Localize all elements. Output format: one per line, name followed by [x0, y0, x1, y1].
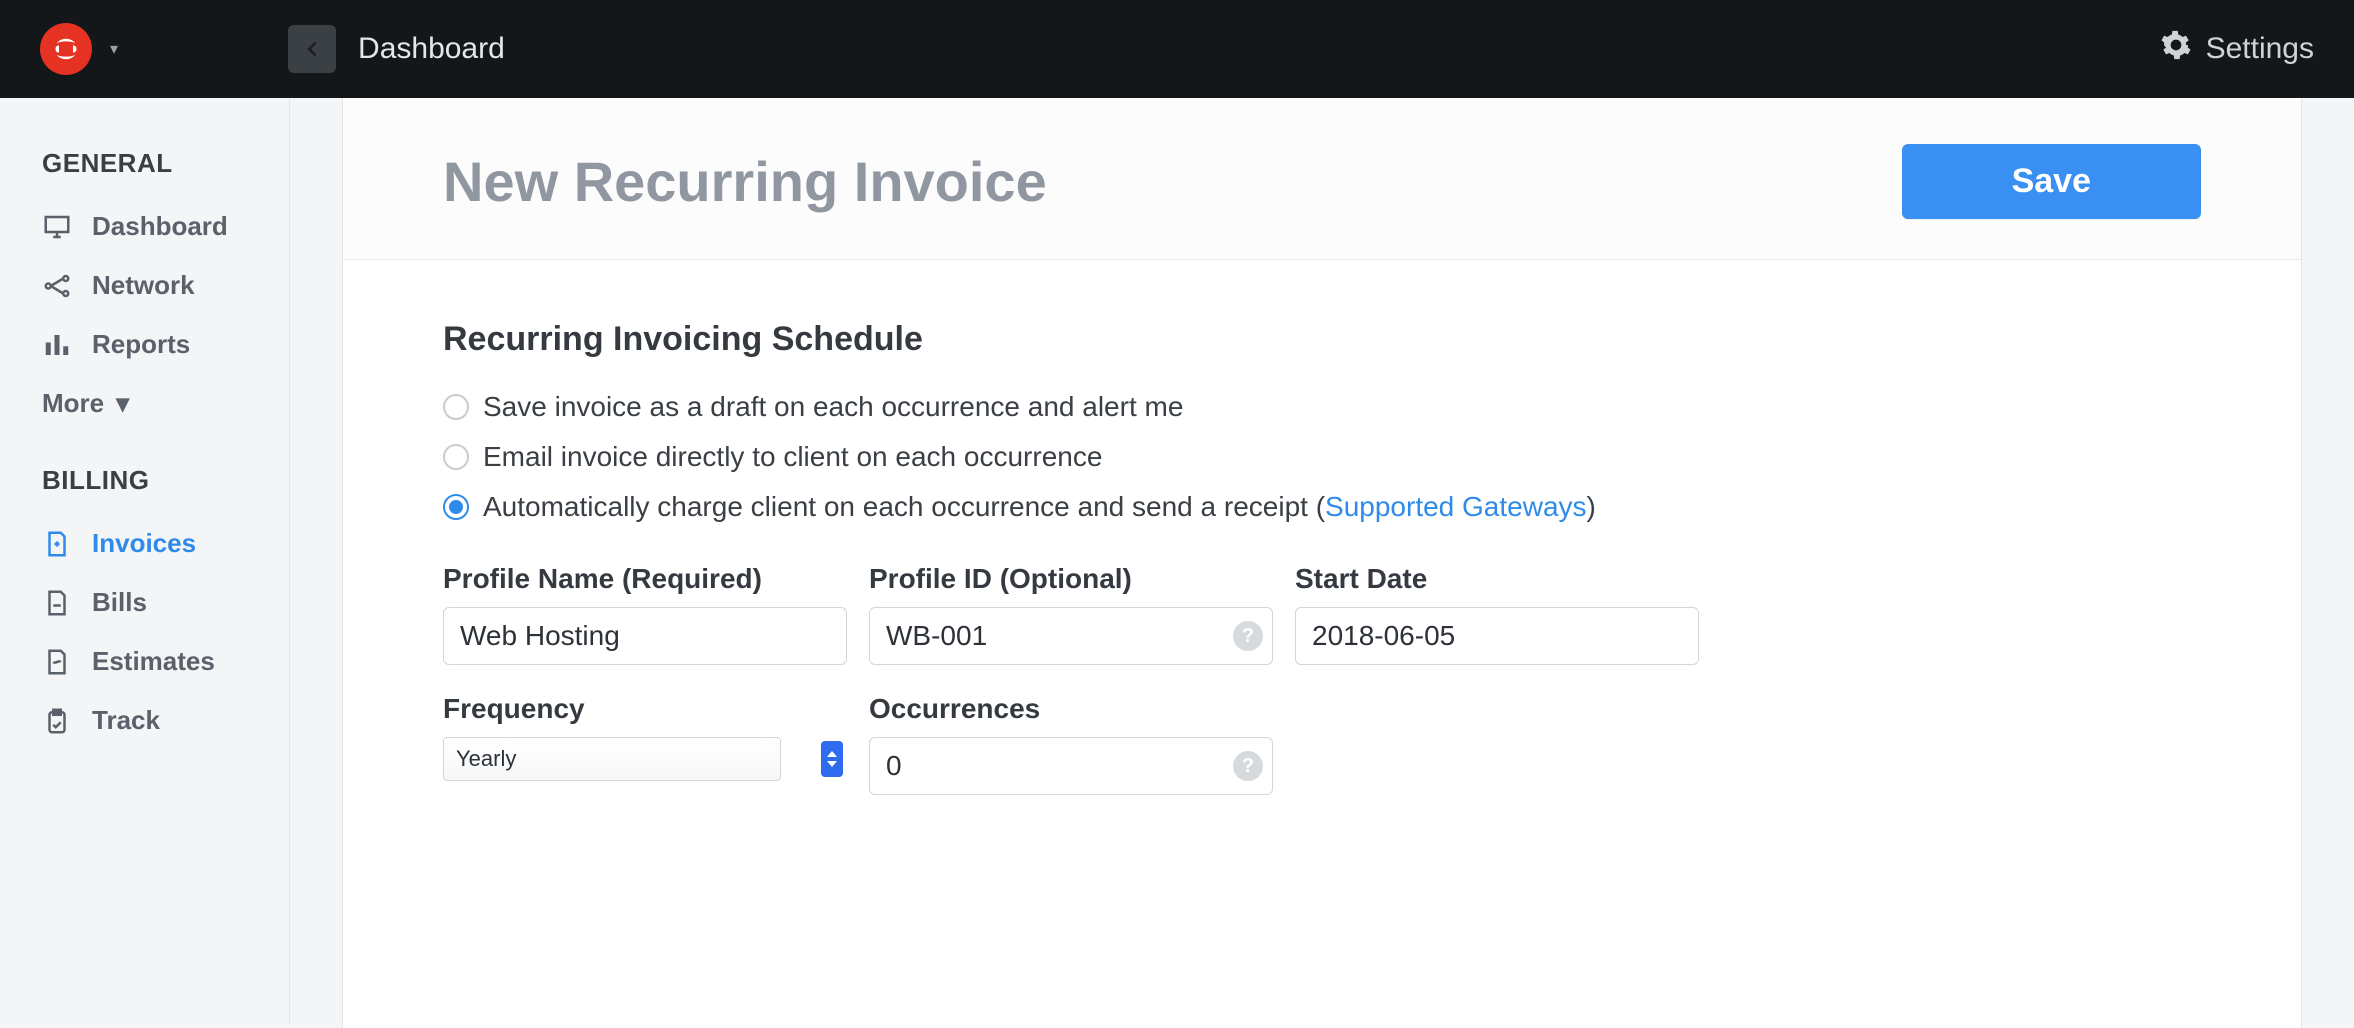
monitor-icon — [42, 212, 72, 242]
field-profile-id: Profile ID (Optional) ? — [869, 563, 1273, 665]
sidebar-item-dashboard[interactable]: Dashboard — [42, 197, 259, 256]
title-row: New Recurring Invoice Save — [343, 98, 2301, 260]
sidebar-item-network[interactable]: Network — [42, 256, 259, 315]
breadcrumb[interactable]: Dashboard — [358, 32, 505, 66]
field-profile-name: Profile Name (Required) — [443, 563, 847, 665]
brand-logo-icon — [52, 35, 80, 63]
input-profile-name[interactable] — [443, 607, 847, 665]
sidebar-section-general: GENERAL — [42, 148, 259, 179]
radio-label: Save invoice as a draft on each occurren… — [483, 391, 1183, 423]
radio-label-text: Automatically charge client on each occu… — [483, 491, 1316, 522]
radio-label: Automatically charge client on each occu… — [483, 491, 1596, 523]
section-heading: Recurring Invoicing Schedule — [443, 320, 2201, 359]
sidebar-item-bills[interactable]: Bills — [42, 573, 259, 632]
sidebar-section-billing: BILLING — [42, 465, 259, 496]
bar-chart-icon — [42, 330, 72, 360]
sidebar-item-reports[interactable]: Reports — [42, 315, 259, 374]
label-start-date: Start Date — [1295, 563, 1699, 595]
network-icon — [42, 271, 72, 301]
schedule-radio-group: Save invoice as a draft on each occurren… — [443, 391, 2201, 523]
sidebar-item-label: Estimates — [92, 646, 215, 677]
radio-email-client[interactable]: Email invoice directly to client on each… — [443, 441, 2201, 473]
back-button[interactable] — [288, 25, 336, 73]
help-icon[interactable]: ? — [1233, 621, 1263, 651]
chevron-down-icon: ▾ — [116, 388, 129, 419]
sidebar-item-label: Track — [92, 705, 160, 736]
settings-link[interactable]: Settings — [2160, 29, 2314, 69]
label-frequency: Frequency — [443, 693, 847, 725]
radio-dot — [443, 494, 469, 520]
help-icon[interactable]: ? — [1233, 751, 1263, 781]
sidebar-item-invoices[interactable]: Invoices — [42, 514, 259, 573]
chevron-left-icon — [301, 38, 323, 60]
sidebar-item-label: Network — [92, 270, 195, 301]
fields-row-2: Frequency Occurrences — [443, 693, 2201, 795]
radio-save-draft[interactable]: Save invoice as a draft on each occurren… — [443, 391, 2201, 423]
input-start-date[interactable] — [1295, 607, 1699, 665]
sidebar-item-label: Dashboard — [92, 211, 228, 242]
input-profile-id[interactable] — [869, 607, 1273, 665]
track-icon — [42, 706, 72, 736]
sidebar-item-label: Invoices — [92, 528, 196, 559]
save-button[interactable]: Save — [1902, 144, 2201, 219]
field-occurrences: Occurrences ? — [869, 693, 1273, 795]
sidebar-item-estimates[interactable]: Estimates — [42, 632, 259, 691]
radio-dot — [443, 394, 469, 420]
bills-icon — [42, 588, 72, 618]
supported-gateways-link[interactable]: Supported Gateways — [1325, 491, 1587, 522]
radio-dot — [443, 444, 469, 470]
radio-label: Email invoice directly to client on each… — [483, 441, 1102, 473]
sidebar-more-label: More — [42, 388, 104, 419]
sidebar-item-track[interactable]: Track — [42, 691, 259, 750]
sidebar-more[interactable]: More ▾ — [42, 374, 259, 425]
form-area: Recurring Invoicing Schedule Save invoic… — [343, 260, 2301, 795]
topbar: ▾ Dashboard Settings — [0, 0, 2354, 98]
invoice-icon — [42, 529, 72, 559]
content: New Recurring Invoice Save Recurring Inv… — [290, 98, 2354, 1024]
input-occurrences[interactable] — [869, 737, 1273, 795]
sidebar-item-label: Reports — [92, 329, 190, 360]
gear-icon — [2160, 29, 2192, 69]
sidebar: GENERAL Dashboard Network Reports More ▾… — [0, 98, 290, 1024]
brand[interactable]: ▾ — [40, 23, 118, 75]
field-start-date: Start Date — [1295, 563, 1699, 665]
content-card: New Recurring Invoice Save Recurring Inv… — [342, 98, 2302, 1028]
estimates-icon — [42, 647, 72, 677]
fields-row-1: Profile Name (Required) Profile ID (Opti… — [443, 563, 2201, 665]
sidebar-item-label: Bills — [92, 587, 147, 618]
brand-caret-icon: ▾ — [110, 39, 118, 59]
select-frequency[interactable] — [443, 737, 781, 781]
field-frequency: Frequency — [443, 693, 847, 795]
brand-logo — [40, 23, 92, 75]
label-profile-name: Profile Name (Required) — [443, 563, 847, 595]
page-title: New Recurring Invoice — [443, 149, 1047, 214]
label-occurrences: Occurrences — [869, 693, 1273, 725]
select-arrows-icon — [821, 741, 843, 777]
settings-label: Settings — [2206, 32, 2314, 66]
radio-auto-charge[interactable]: Automatically charge client on each occu… — [443, 491, 2201, 523]
label-profile-id: Profile ID (Optional) — [869, 563, 1273, 595]
